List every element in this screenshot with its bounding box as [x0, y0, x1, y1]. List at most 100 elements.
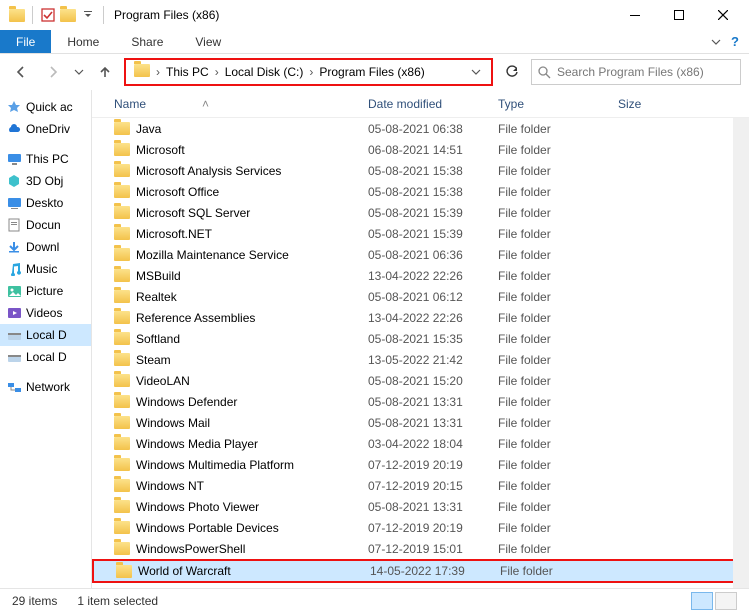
sidebar-item[interactable]: Music — [0, 258, 91, 280]
vertical-scrollbar[interactable] — [733, 118, 749, 588]
breadcrumb[interactable]: This PC — [162, 65, 213, 79]
table-row[interactable]: Windows Multimedia Platform07-12-2019 20… — [92, 454, 749, 475]
sidebar-item[interactable]: 3D Obj — [0, 170, 91, 192]
search-input[interactable]: Search Program Files (x86) — [531, 59, 741, 85]
table-row[interactable]: Steam13-05-2022 21:42File folder — [92, 349, 749, 370]
chevron-right-icon[interactable]: › — [154, 65, 162, 79]
folder-icon — [114, 395, 130, 408]
table-row[interactable]: Windows NT07-12-2019 20:15File folder — [92, 475, 749, 496]
up-button[interactable] — [92, 59, 118, 85]
back-button[interactable] — [8, 59, 34, 85]
table-row[interactable]: Reference Assemblies13-04-2022 22:26File… — [92, 307, 749, 328]
folder-icon — [8, 4, 26, 26]
table-row[interactable]: Softland05-08-2021 15:35File folder — [92, 328, 749, 349]
tab-home[interactable]: Home — [51, 30, 115, 53]
table-row[interactable]: Realtek05-08-2021 06:12File folder — [92, 286, 749, 307]
forward-button[interactable] — [40, 59, 66, 85]
table-row[interactable]: WindowsPowerShell07-12-2019 15:01File fo… — [92, 538, 749, 559]
table-row[interactable]: Windows Mail05-08-2021 13:31File folder — [92, 412, 749, 433]
breadcrumb[interactable]: Program Files (x86) — [315, 65, 428, 79]
table-row[interactable]: World of Warcraft14-05-2022 17:39File fo… — [92, 559, 749, 583]
file-date: 03-04-2022 18:04 — [362, 437, 492, 451]
sidebar-item[interactable]: OneDriv — [0, 118, 91, 140]
folder-icon — [114, 500, 130, 513]
sort-asc-icon: ˄ — [202, 97, 209, 111]
sidebar-item[interactable]: Videos — [0, 302, 91, 324]
sidebar-item[interactable]: Quick ac — [0, 96, 91, 118]
breadcrumb[interactable]: Local Disk (C:) — [221, 65, 308, 79]
sidebar-item[interactable]: Picture — [0, 280, 91, 302]
sidebar-item[interactable]: Local D — [0, 346, 91, 368]
column-date[interactable]: Date modified — [362, 97, 492, 111]
file-date: 05-08-2021 06:38 — [362, 122, 492, 136]
folder-icon — [114, 248, 130, 261]
file-date: 05-08-2021 06:12 — [362, 290, 492, 304]
sidebar-item[interactable]: Deskto — [0, 192, 91, 214]
column-type[interactable]: Type — [492, 97, 612, 111]
folder-icon — [114, 122, 130, 135]
file-name: Mozilla Maintenance Service — [136, 248, 289, 262]
table-row[interactable]: Windows Defender05-08-2021 13:31File fol… — [92, 391, 749, 412]
folder-icon — [114, 206, 130, 219]
file-date: 07-12-2019 15:01 — [362, 542, 492, 556]
help-icon[interactable]: ? — [731, 34, 739, 49]
column-name[interactable]: Name˄ — [92, 97, 362, 111]
table-row[interactable]: Mozilla Maintenance Service05-08-2021 06… — [92, 244, 749, 265]
tab-view[interactable]: View — [179, 30, 237, 53]
cloud-icon — [6, 121, 22, 137]
table-row[interactable]: Microsoft Analysis Services05-08-2021 15… — [92, 160, 749, 181]
table-row[interactable]: Windows Media Player03-04-2022 18:04File… — [92, 433, 749, 454]
file-type: File folder — [492, 542, 612, 556]
file-date: 05-08-2021 15:38 — [362, 164, 492, 178]
chevron-right-icon[interactable]: › — [213, 65, 221, 79]
chevron-right-icon[interactable]: › — [307, 65, 315, 79]
table-row[interactable]: Java05-08-2021 06:38File folder — [92, 118, 749, 139]
sidebar-item[interactable]: Local D — [0, 324, 91, 346]
file-name: Windows Mail — [136, 416, 210, 430]
folder-icon — [114, 227, 130, 240]
table-row[interactable]: Windows Photo Viewer05-08-2021 13:31File… — [92, 496, 749, 517]
close-button[interactable] — [701, 0, 745, 30]
table-row[interactable]: VideoLAN05-08-2021 15:20File folder — [92, 370, 749, 391]
doc-icon — [6, 217, 22, 233]
file-date: 05-08-2021 15:35 — [362, 332, 492, 346]
file-name: Microsoft — [136, 143, 185, 157]
table-row[interactable]: Microsoft06-08-2021 14:51File folder — [92, 139, 749, 160]
down-icon — [6, 239, 22, 255]
maximize-button[interactable] — [657, 0, 701, 30]
sidebar-item[interactable]: Downl — [0, 236, 91, 258]
sidebar-item-label: Downl — [26, 240, 59, 254]
folder-icon — [59, 4, 77, 26]
column-size[interactable]: Size — [612, 97, 692, 111]
recent-dropdown[interactable] — [72, 59, 86, 85]
table-row[interactable]: Windows Portable Devices07-12-2019 20:19… — [92, 517, 749, 538]
address-bar[interactable]: › This PC › Local Disk (C:) › Program Fi… — [124, 58, 493, 86]
sidebar-item-label: Deskto — [26, 196, 63, 210]
qat-dropdown-icon[interactable] — [79, 4, 97, 26]
file-name: VideoLAN — [136, 374, 190, 388]
details-view-button[interactable] — [691, 592, 713, 610]
table-row[interactable]: Microsoft Office05-08-2021 15:38File fol… — [92, 181, 749, 202]
file-type: File folder — [492, 164, 612, 178]
table-row[interactable]: Microsoft SQL Server05-08-2021 15:39File… — [92, 202, 749, 223]
refresh-button[interactable] — [499, 59, 525, 85]
disk-icon — [6, 349, 22, 365]
sidebar: Quick acOneDriv This PC3D Obj Deskto Docun D… — [0, 90, 92, 588]
file-name: World of Warcraft — [138, 564, 231, 578]
table-row[interactable]: Microsoft.NET05-08-2021 15:39File folder — [92, 223, 749, 244]
tab-share[interactable]: Share — [115, 30, 179, 53]
folder-icon — [114, 143, 130, 156]
file-date: 07-12-2019 20:19 — [362, 458, 492, 472]
sidebar-item[interactable]: Docun — [0, 214, 91, 236]
minimize-button[interactable] — [613, 0, 657, 30]
sidebar-item-label: Local D — [26, 328, 67, 342]
sidebar-item[interactable]: This PC — [0, 148, 91, 170]
address-dropdown-icon[interactable] — [465, 67, 487, 77]
chevron-down-icon[interactable] — [711, 37, 721, 47]
sidebar-item[interactable]: Network — [0, 376, 91, 398]
file-type: File folder — [492, 206, 612, 220]
table-row[interactable]: MSBuild13-04-2022 22:26File folder — [92, 265, 749, 286]
thumbnails-view-button[interactable] — [715, 592, 737, 610]
qat-checkbox-icon[interactable] — [39, 4, 57, 26]
file-tab[interactable]: File — [0, 30, 51, 53]
